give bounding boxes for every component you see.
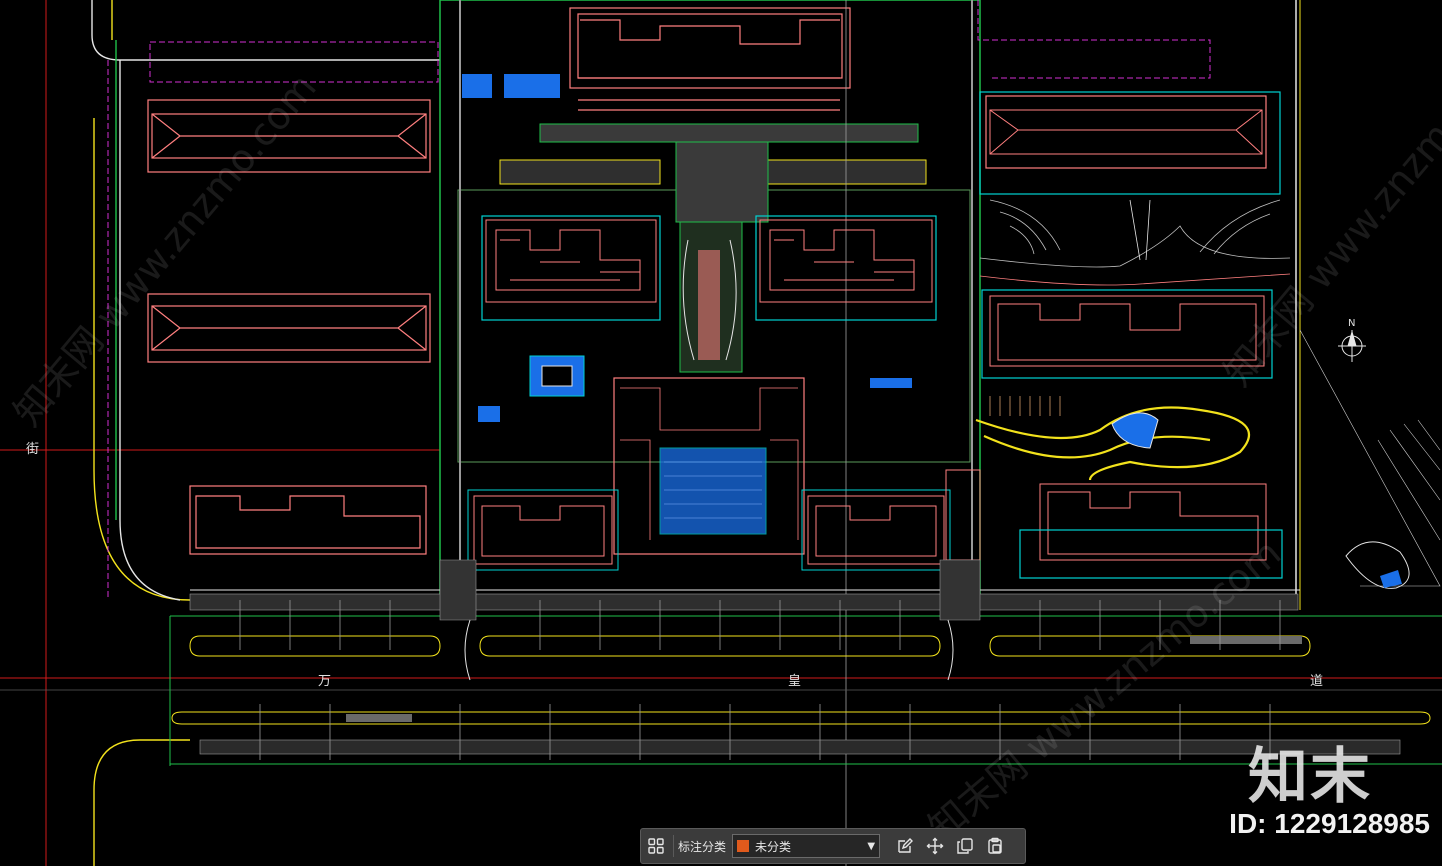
watermark-brand: 知末 <box>1248 742 1372 812</box>
watermark-id: ID: 1229128985 <box>1229 808 1430 839</box>
grid-icon[interactable] <box>641 831 671 861</box>
category-select-value: 未分类 <box>755 839 792 854</box>
cad-canvas[interactable] <box>0 0 1442 866</box>
road-label-3: 道 <box>1310 674 1324 689</box>
move-icon[interactable] <box>920 831 950 861</box>
compass-north-label: N <box>1348 318 1356 329</box>
edit-icon[interactable] <box>890 831 920 861</box>
toolbar-separator <box>673 835 674 857</box>
category-color-swatch <box>737 840 750 852</box>
road-label-2: 皇 <box>788 674 802 689</box>
chevron-down-icon: ▼ <box>867 840 876 852</box>
toolbar-label: 标注分类 <box>678 839 727 854</box>
grey-strip-top <box>539 123 919 143</box>
category-select[interactable]: 未分类 ▼ <box>732 834 881 858</box>
road-label-1: 万 <box>318 674 332 689</box>
annotation-toolbar: 标注分类 未分类 ▼ <box>640 828 1026 864</box>
copy-icon[interactable] <box>950 831 980 861</box>
paste-icon[interactable] <box>980 831 1010 861</box>
street-label-vertical: 街 <box>26 442 40 457</box>
